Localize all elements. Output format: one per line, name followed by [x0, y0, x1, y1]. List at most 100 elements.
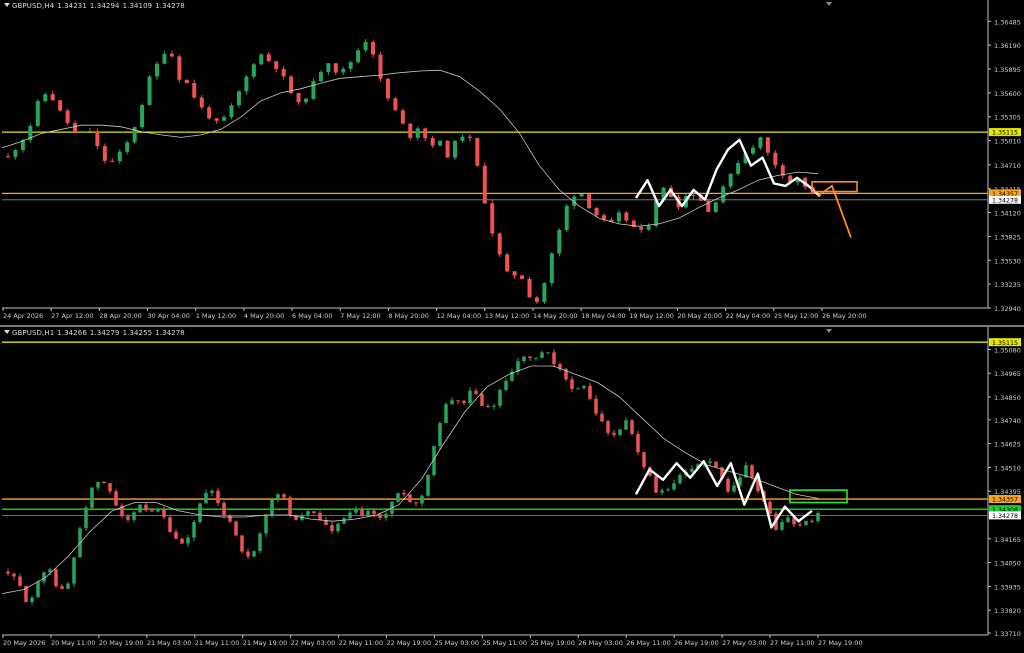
candle-bull: [259, 54, 264, 65]
x-tick-label: 6 May 04:00: [292, 312, 332, 320]
symbol-label: GBPUSD,H4: [12, 2, 55, 10]
header-dropdown-icon[interactable]: [4, 330, 10, 334]
candle-bull: [492, 405, 496, 407]
candle-bull: [147, 76, 152, 105]
candle-bear: [192, 83, 197, 98]
candle-bear: [462, 400, 466, 404]
candle-bear: [174, 531, 178, 539]
candle-bull: [96, 481, 100, 488]
candle-bear: [654, 475, 658, 493]
candle-bear: [400, 110, 405, 124]
candle-bear: [234, 521, 238, 536]
h4-chart-svg[interactable]: 1.36485 1.36190 1.35895 1.35600 1.35305 1.350…: [0, 0, 1024, 325]
high-value: 1.34279: [89, 329, 120, 337]
y-tick-label: 1.34965: [994, 370, 1021, 378]
candle-bear: [475, 137, 480, 166]
header-dropdown-icon[interactable]: [4, 3, 10, 7]
candle-bull: [348, 62, 353, 69]
chart-shift-marker: [826, 2, 832, 6]
candle-bear: [87, 131, 92, 133]
candle-bull: [244, 76, 249, 92]
candle-bull: [624, 420, 628, 430]
candle-bull: [341, 68, 346, 73]
high-value: 1.34294: [89, 2, 120, 10]
candle-bull: [342, 518, 346, 524]
candle-bull: [438, 140, 443, 146]
candle-bear: [570, 379, 574, 389]
candle-bear: [110, 160, 115, 162]
x-tick-label: 21 May 03:00: [147, 639, 192, 647]
moving-average-line: [1, 365, 819, 594]
candle-bear: [714, 461, 718, 468]
candle-bear: [490, 203, 495, 234]
candle-bear: [552, 352, 556, 365]
candle-bear: [474, 390, 478, 394]
x-tick-label: 21 May 11:00: [195, 639, 240, 647]
candle-bull: [43, 94, 48, 101]
candle-bear: [207, 107, 212, 119]
x-tick-label: 20 May 19:00: [99, 639, 144, 647]
candle-bull: [125, 142, 130, 152]
candle-bear: [482, 165, 487, 204]
candle-bear: [408, 494, 412, 503]
candle-bear: [60, 586, 64, 589]
candle-bull: [276, 494, 280, 500]
candle-bear: [750, 465, 754, 478]
candle-bear: [12, 573, 16, 577]
h1-chart-panel[interactable]: 1.35080 1.34965 1.34850 1.34740 1.34625 1.345…: [0, 327, 1024, 653]
h1-chart-header: GBPUSD,H1 1.34266 1.34279 1.34255 1.34278: [4, 329, 188, 337]
candle-bear: [480, 393, 484, 406]
candle-bull: [444, 404, 448, 424]
x-tick-label: 22 May 04:00: [726, 312, 771, 320]
y-tick-label: 1.36190: [994, 42, 1021, 50]
candle-bear: [587, 193, 592, 208]
level-price-label: 1.35115: [992, 130, 1018, 137]
h4-chart-panel[interactable]: 1.36485 1.36190 1.35895 1.35600 1.35305 1.350…: [0, 0, 1024, 325]
y-tick-label: 1.33710: [994, 630, 1021, 638]
y-tick-label: 1.36485: [994, 18, 1021, 26]
candle-bull: [42, 572, 46, 582]
candle-bull: [666, 489, 670, 491]
x-tick-label: 25 May 19:00: [530, 639, 575, 647]
candle-bull: [66, 583, 70, 589]
candle-bull: [117, 151, 122, 162]
x-tick-label: 7 May 12:00: [340, 312, 380, 320]
h4-chart-header: GBPUSD,H4 1.34231 1.34294 1.34109 1.34278: [4, 2, 188, 10]
candle-bear: [102, 146, 107, 161]
x-tick-label: 4 May 20:00: [244, 312, 284, 320]
candle-bear: [168, 517, 172, 532]
candle-bull: [30, 597, 34, 602]
candle-bear: [378, 514, 382, 518]
candle-bear: [527, 278, 532, 298]
candle-bear: [588, 385, 592, 399]
candle-bull: [498, 389, 502, 406]
candle-bear: [456, 400, 460, 402]
level-price-label: 1.34357: [992, 497, 1018, 504]
candle-bear: [114, 491, 118, 506]
x-tick-label: 30 Apr 04:00: [148, 312, 190, 320]
candle-bear: [520, 275, 525, 279]
x-tick-label: 27 May 03:00: [722, 639, 767, 647]
candle-bear: [512, 271, 517, 276]
x-tick-label: 21 May 19:00: [243, 639, 288, 647]
candle-bull: [721, 186, 726, 203]
candle-bear: [274, 61, 279, 70]
candle-bear: [144, 504, 148, 511]
candle-bull: [708, 461, 712, 464]
candle-bull: [438, 423, 442, 447]
candle-bear: [385, 78, 390, 99]
candle-bear: [445, 140, 450, 158]
level-price-label: 1.34278: [992, 513, 1018, 520]
candle-bull: [336, 523, 340, 532]
x-tick-label: 1 May 12:00: [196, 312, 236, 320]
candle-bull: [270, 499, 274, 515]
h1-chart-svg[interactable]: 1.35080 1.34965 1.34850 1.34740 1.34625 1.345…: [0, 327, 1024, 653]
candle-bull: [542, 283, 547, 302]
x-tick-label: 20 May 11:00: [51, 639, 96, 647]
candle-bull: [426, 474, 430, 496]
x-tick-label: 13 May 12:00: [485, 312, 530, 320]
candle-bull: [534, 357, 538, 359]
candle-bull: [732, 485, 736, 492]
candle-bear: [18, 576, 22, 586]
candle-bull: [72, 557, 76, 584]
